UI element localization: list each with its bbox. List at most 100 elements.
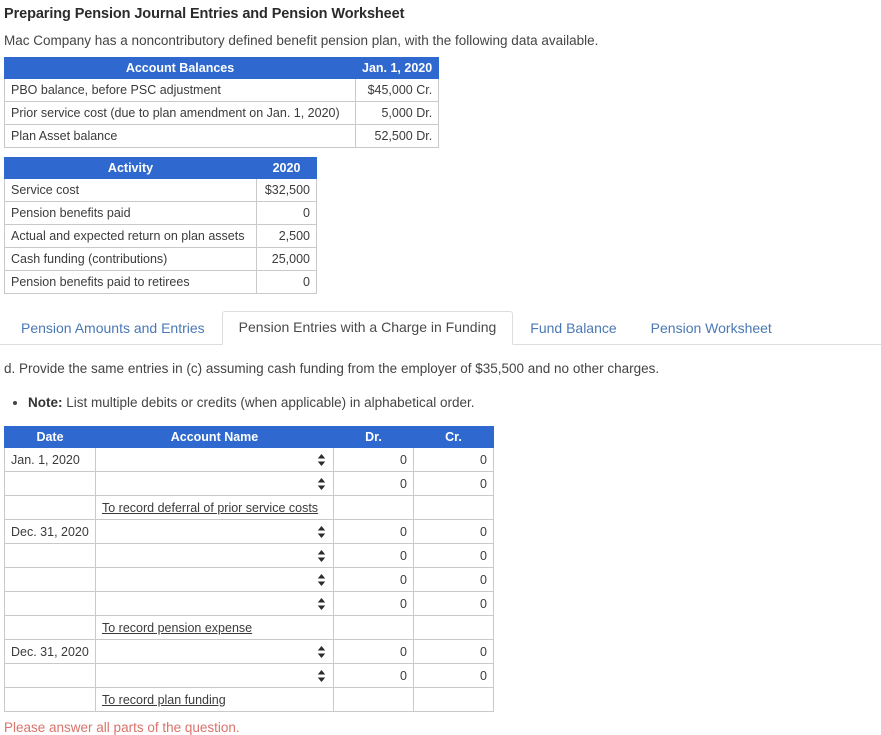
select-spinner-icon bbox=[317, 477, 326, 490]
entry-cr-cell bbox=[414, 688, 494, 712]
entry-cr-cell bbox=[414, 496, 494, 520]
note-list: Note: List multiple debits or credits (w… bbox=[0, 394, 881, 412]
row-label: PBO balance, before PSC adjustment bbox=[5, 79, 356, 102]
account-name-select[interactable] bbox=[96, 664, 334, 688]
activity-table: Activity 2020 Service cost$32,500Pension… bbox=[4, 157, 317, 294]
journal-entry-row: 00 bbox=[5, 592, 494, 616]
table-row: Plan Asset balance52,500 Dr. bbox=[5, 125, 439, 148]
entry-memo-text: To record pension expense bbox=[102, 621, 252, 635]
credit-amount-input[interactable]: 0 bbox=[414, 664, 494, 688]
account-name-select[interactable] bbox=[96, 448, 334, 472]
entry-date-cell: Jan. 1, 2020 bbox=[5, 448, 96, 472]
account-balances-body: PBO balance, before PSC adjustment$45,00… bbox=[5, 79, 439, 148]
credit-amount-input[interactable]: 0 bbox=[414, 448, 494, 472]
page-title: Preparing Pension Journal Entries and Pe… bbox=[4, 6, 881, 22]
column-header-date: Date bbox=[5, 427, 96, 448]
table-row: PBO balance, before PSC adjustment$45,00… bbox=[5, 79, 439, 102]
debit-amount-input[interactable]: 0 bbox=[334, 472, 414, 496]
row-value: 0 bbox=[257, 271, 317, 294]
select-spinner-icon bbox=[317, 453, 326, 466]
row-label: Prior service cost (due to plan amendmen… bbox=[5, 102, 356, 125]
debit-amount-input[interactable]: 0 bbox=[334, 520, 414, 544]
entry-memo-cell: To record pension expense bbox=[96, 616, 334, 640]
debit-amount-input[interactable]: 0 bbox=[334, 664, 414, 688]
account-name-select[interactable] bbox=[96, 640, 334, 664]
credit-amount-input[interactable]: 0 bbox=[414, 592, 494, 616]
debit-amount-input[interactable]: 0 bbox=[334, 568, 414, 592]
tab-fund-balance[interactable]: Fund Balance bbox=[513, 312, 633, 345]
entry-memo-text: To record plan funding bbox=[102, 693, 226, 707]
debit-amount-input[interactable]: 0 bbox=[334, 592, 414, 616]
column-header-account-balances: Account Balances bbox=[5, 58, 356, 79]
column-header-jan-1-2020: Jan. 1, 2020 bbox=[356, 58, 439, 79]
credit-amount-input[interactable]: 0 bbox=[414, 568, 494, 592]
select-spinner-icon bbox=[317, 597, 326, 610]
account-name-select[interactable] bbox=[96, 544, 334, 568]
page-root: Preparing Pension Journal Entries and Pe… bbox=[0, 6, 881, 735]
note-label: Note: bbox=[28, 395, 63, 410]
select-spinner-icon bbox=[317, 573, 326, 586]
select-spinner-icon bbox=[317, 669, 326, 682]
entry-dr-cell bbox=[334, 688, 414, 712]
row-label: Actual and expected return on plan asset… bbox=[5, 225, 257, 248]
account-name-select[interactable] bbox=[96, 520, 334, 544]
journal-entry-row: 00 bbox=[5, 664, 494, 688]
journal-entry-row: 00 bbox=[5, 472, 494, 496]
tab-pension-worksheet[interactable]: Pension Worksheet bbox=[634, 312, 789, 345]
account-name-select[interactable] bbox=[96, 592, 334, 616]
table-row: Pension benefits paid0 bbox=[5, 202, 317, 225]
journal-entry-body: Jan. 1, 20200000To record deferral of pr… bbox=[5, 448, 494, 712]
table-row: Service cost$32,500 bbox=[5, 179, 317, 202]
row-value: $45,000 Cr. bbox=[356, 79, 439, 102]
entry-memo-cell: To record deferral of prior service cost… bbox=[96, 496, 334, 520]
journal-entry-table: Date Account Name Dr. Cr. Jan. 1, 202000… bbox=[4, 426, 494, 712]
journal-entry-row: 00 bbox=[5, 544, 494, 568]
column-header-cr: Cr. bbox=[414, 427, 494, 448]
column-header-activity: Activity bbox=[5, 158, 257, 179]
row-value: 25,000 bbox=[257, 248, 317, 271]
row-label: Cash funding (contributions) bbox=[5, 248, 257, 271]
journal-memo-row: To record plan funding bbox=[5, 688, 494, 712]
table-row: Pension benefits paid to retirees0 bbox=[5, 271, 317, 294]
entry-date-cell bbox=[5, 544, 96, 568]
debit-amount-input[interactable]: 0 bbox=[334, 640, 414, 664]
entry-date-cell bbox=[5, 688, 96, 712]
credit-amount-input[interactable]: 0 bbox=[414, 640, 494, 664]
row-label: Pension benefits paid bbox=[5, 202, 257, 225]
row-value: $32,500 bbox=[257, 179, 317, 202]
account-name-select[interactable] bbox=[96, 568, 334, 592]
table-row: Cash funding (contributions)25,000 bbox=[5, 248, 317, 271]
entry-date-cell bbox=[5, 592, 96, 616]
table-header-row: Account Balances Jan. 1, 2020 bbox=[5, 58, 439, 79]
entry-date-cell bbox=[5, 568, 96, 592]
journal-entry-row: Dec. 31, 2020 00 bbox=[5, 520, 494, 544]
entry-date-cell bbox=[5, 496, 96, 520]
debit-amount-input[interactable]: 0 bbox=[334, 448, 414, 472]
row-label: Service cost bbox=[5, 179, 257, 202]
account-name-select[interactable] bbox=[96, 472, 334, 496]
table-row: Actual and expected return on plan asset… bbox=[5, 225, 317, 248]
row-value: 5,000 Dr. bbox=[356, 102, 439, 125]
entry-date-cell: Dec. 31, 2020 bbox=[5, 520, 96, 544]
credit-amount-input[interactable]: 0 bbox=[414, 520, 494, 544]
credit-amount-input[interactable]: 0 bbox=[414, 544, 494, 568]
journal-memo-row: To record deferral of prior service cost… bbox=[5, 496, 494, 520]
entry-dr-cell bbox=[334, 616, 414, 640]
entry-date-cell: Dec. 31, 2020 bbox=[5, 640, 96, 664]
journal-entry-row: 00 bbox=[5, 568, 494, 592]
row-value: 0 bbox=[257, 202, 317, 225]
intro-paragraph: Mac Company has a noncontributory define… bbox=[4, 33, 881, 48]
account-balances-table: Account Balances Jan. 1, 2020 PBO balanc… bbox=[4, 57, 439, 148]
table-header-row: Activity 2020 bbox=[5, 158, 317, 179]
tab-pension-entries-with-a-charge-in-funding[interactable]: Pension Entries with a Charge in Funding bbox=[222, 311, 514, 345]
table-header-row: Date Account Name Dr. Cr. bbox=[5, 427, 494, 448]
entry-memo-cell: To record plan funding bbox=[96, 688, 334, 712]
select-spinner-icon bbox=[317, 645, 326, 658]
credit-amount-input[interactable]: 0 bbox=[414, 472, 494, 496]
tab-pension-amounts-and-entries[interactable]: Pension Amounts and Entries bbox=[4, 312, 222, 345]
column-header-2020: 2020 bbox=[257, 158, 317, 179]
select-spinner-icon bbox=[317, 549, 326, 562]
debit-amount-input[interactable]: 0 bbox=[334, 544, 414, 568]
journal-memo-row: To record pension expense bbox=[5, 616, 494, 640]
entry-cr-cell bbox=[414, 616, 494, 640]
